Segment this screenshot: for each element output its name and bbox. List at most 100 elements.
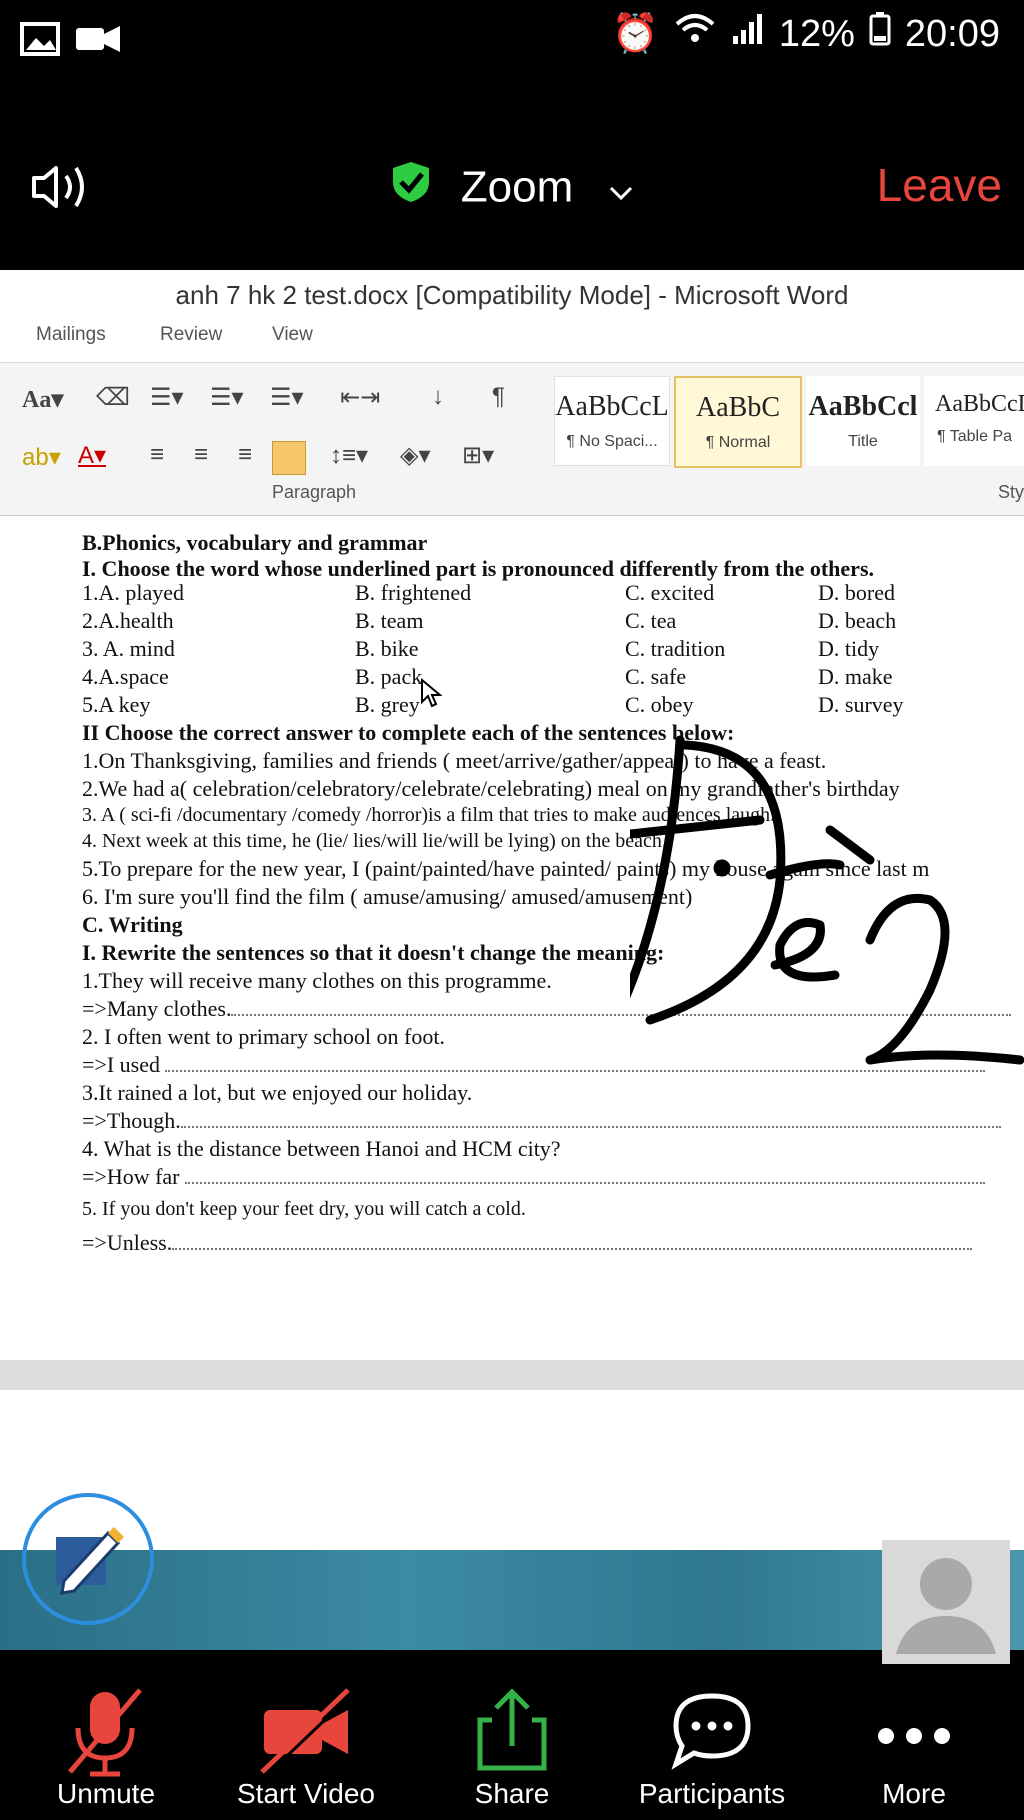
- chat-dots-icon: [612, 1680, 812, 1780]
- dotted-line: [172, 1247, 973, 1250]
- option-c: C. obey: [625, 692, 694, 717]
- participants-label: Participants: [638, 1778, 786, 1809]
- option-d: D. bored: [818, 580, 895, 605]
- align-left-icon[interactable]: ≡: [150, 441, 164, 469]
- share-icon: [412, 1680, 612, 1780]
- battery-icon: [869, 12, 891, 56]
- option-a: 5.A key: [82, 692, 151, 717]
- rewrite-answer: =>Unless.: [82, 1230, 173, 1255]
- participant-avatar[interactable]: [882, 1540, 1010, 1664]
- handwritten-annotation: [630, 735, 1024, 1065]
- rewrite-answer: =>I used: [82, 1052, 166, 1077]
- part-heading: I. Choose the word whose underlined part…: [82, 556, 875, 581]
- more-button[interactable]: More: [814, 1680, 1014, 1810]
- meeting-title-text: Zoom: [460, 162, 574, 212]
- font-color-icon[interactable]: A▾: [78, 441, 106, 470]
- shield-check-icon: [391, 160, 431, 215]
- tab-view[interactable]: View: [272, 324, 313, 346]
- option-c: C. excited: [625, 580, 715, 605]
- justify-icon[interactable]: [272, 441, 306, 475]
- ribbon-group-label: Paragraph: [272, 482, 357, 502]
- wifi-icon: [673, 12, 717, 56]
- part-heading: I. Rewrite the sentences so that it does…: [82, 940, 665, 965]
- rewrite-prompt: 5. If you don't keep your feet dry, you …: [82, 1198, 526, 1220]
- dotted-line: [180, 1125, 1001, 1128]
- alarm-icon: ⏰: [611, 13, 659, 55]
- start-video-button[interactable]: Start Video: [206, 1680, 406, 1810]
- style-title[interactable]: AaBbCcl Title: [806, 376, 920, 466]
- rewrite-answer: =>How far: [82, 1164, 186, 1189]
- rewrite-answer: =>Though.: [82, 1108, 181, 1133]
- status-bar: ⏰ 12% 20:09: [0, 0, 1024, 80]
- unmute-label: Unmute: [56, 1778, 156, 1809]
- share-label: Share: [474, 1778, 550, 1809]
- option-b: B. grey: [355, 692, 420, 717]
- style-name: ¶ Normal: [705, 434, 771, 451]
- more-dots-icon: [814, 1680, 1014, 1780]
- notification-icons: [20, 18, 130, 63]
- option-b: B. team: [355, 608, 424, 633]
- rewrite-prompt: 4. What is the distance between Hanoi an…: [82, 1136, 561, 1161]
- mic-off-icon: [6, 1680, 206, 1780]
- line-spacing-icon[interactable]: ↕≡▾: [330, 441, 368, 470]
- style-name: Title: [848, 433, 878, 450]
- rewrite-answer-line[interactable]: =>Unless.: [82, 1230, 973, 1256]
- clock-time: 20:09: [904, 12, 1000, 55]
- style-preview: AaBbC: [696, 392, 780, 423]
- status-right: ⏰ 12% 20:09: [612, 12, 1000, 56]
- style-table-paragraph[interactable]: AaBbCcD ¶ Table Pa: [924, 376, 1024, 466]
- rewrite-prompt: 2. I often went to primary school on foo…: [82, 1024, 445, 1049]
- shading-icon[interactable]: ◈▾: [400, 441, 431, 470]
- option-a: 3. A. mind: [82, 636, 175, 661]
- option-c: C. safe: [625, 664, 687, 689]
- document-page-next: [10, 1390, 1024, 1550]
- highlight-icon[interactable]: ab▾: [22, 443, 61, 472]
- tab-review[interactable]: Review: [160, 324, 222, 346]
- option-b: B. bike: [355, 636, 419, 661]
- indent-icon[interactable]: ⇤⇥: [340, 383, 380, 412]
- mouse-cursor-icon: [420, 677, 443, 714]
- unmute-button[interactable]: Unmute: [6, 1680, 206, 1810]
- meeting-title[interactable]: Zoom: [0, 160, 1024, 215]
- gallery-icon: [20, 22, 120, 56]
- align-center-icon[interactable]: ≡: [194, 441, 208, 469]
- style-preview: AaBbCcl: [808, 391, 918, 422]
- participants-button[interactable]: Participants: [612, 1680, 812, 1810]
- style-normal[interactable]: AaBbC ¶ Normal: [674, 376, 802, 468]
- more-label: More: [882, 1778, 946, 1809]
- option-d: D. make: [818, 664, 893, 689]
- tab-mailings[interactable]: Mailings: [36, 324, 106, 346]
- pilcrow-icon[interactable]: ¶: [492, 383, 505, 411]
- option-c: C. tea: [625, 608, 677, 633]
- user-icon: [896, 1558, 996, 1654]
- leave-button[interactable]: Leave: [877, 158, 1002, 212]
- align-right-icon[interactable]: ≡: [238, 441, 252, 469]
- battery-percent: 12%: [778, 12, 855, 55]
- annotate-button[interactable]: [22, 1493, 154, 1625]
- option-d: D. beach: [818, 608, 897, 633]
- section-heading: B.Phonics, vocabulary and grammar: [82, 530, 428, 555]
- rewrite-answer-line[interactable]: =>How far: [82, 1164, 986, 1190]
- style-preview: AaBbCcL: [555, 391, 669, 422]
- option-c: C. tradition: [625, 636, 726, 661]
- rewrite-answer: =>Many clothes.: [82, 996, 232, 1021]
- multilevel-list-icon[interactable]: ☰▾: [270, 383, 304, 412]
- sentence-item: 4. Next week at this time, he (lie/ lies…: [82, 830, 667, 852]
- share-button[interactable]: Share: [412, 1680, 612, 1810]
- bullets-icon[interactable]: ☰▾: [150, 383, 184, 412]
- style-name: ¶ No Spaci...: [566, 433, 658, 450]
- borders-icon[interactable]: ⊞▾: [462, 441, 494, 470]
- numbering-icon[interactable]: ☰▾: [210, 383, 244, 412]
- section-heading: C. Writing: [82, 912, 183, 937]
- rewrite-answer-line[interactable]: =>Though.: [82, 1108, 1001, 1134]
- sort-icon[interactable]: ↓: [432, 383, 444, 411]
- meeting-header: Zoom Leave: [0, 140, 1024, 230]
- style-no-spacing[interactable]: AaBbCcL ¶ No Spaci...: [554, 376, 670, 466]
- clear-format-icon[interactable]: ⌫: [96, 383, 130, 412]
- start-video-label: Start Video: [236, 1778, 376, 1809]
- style-name: ¶ Table Pa: [937, 428, 1013, 445]
- style-preview: AaBbCcD: [935, 391, 1024, 417]
- sentence-item: 6. I'm sure you'll find the film ( amuse…: [82, 884, 693, 909]
- option-a: 4.A.space: [82, 664, 169, 689]
- change-case-icon[interactable]: Aa▾: [22, 385, 63, 414]
